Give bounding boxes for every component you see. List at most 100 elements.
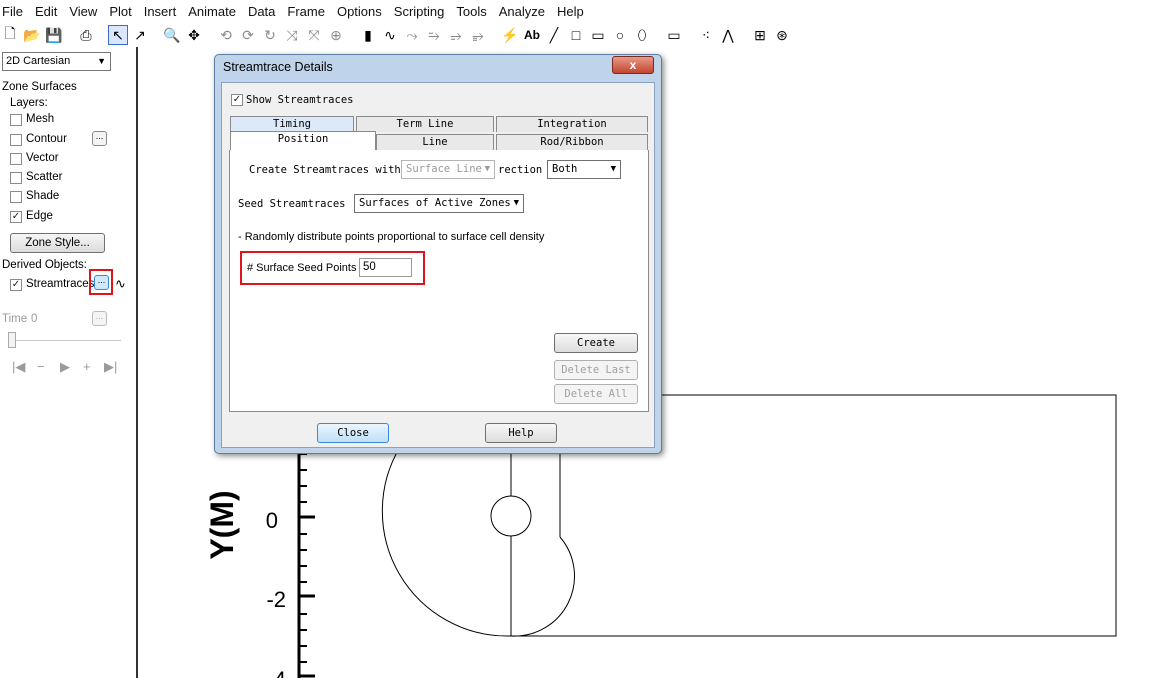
anim-prev-button[interactable]: −	[37, 359, 45, 374]
vector-checkbox[interactable]	[10, 153, 22, 165]
surface-seed-points-input[interactable]: 50	[359, 258, 412, 277]
rotate5-icon[interactable]: ⤧	[304, 25, 324, 45]
vector-label: Vector	[26, 152, 59, 164]
domain-arc-right	[510, 536, 575, 637]
rotate4-icon[interactable]: ⤨	[282, 25, 302, 45]
y-axis-ticks	[299, 453, 315, 678]
streamtrace-icon[interactable]: ∿	[380, 25, 400, 45]
time-slider-thumb[interactable]	[8, 332, 16, 348]
time-slider-track[interactable]	[8, 340, 121, 341]
menu-file[interactable]: File	[0, 0, 29, 23]
new-icon[interactable]: 🗋	[0, 25, 20, 45]
menu-edit[interactable]: Edit	[29, 0, 63, 23]
close-button[interactable]: Close	[317, 423, 389, 443]
rotate6-icon[interactable]: ⊕	[326, 25, 346, 45]
create-with-select[interactable]: Surface Line ▼	[401, 160, 495, 179]
create-with-label: Create Streamtraces with	[249, 164, 401, 176]
line-probe-icon[interactable]: ⚡	[500, 25, 520, 45]
y-tick-label: -4	[266, 667, 286, 678]
menu-data[interactable]: Data	[242, 0, 281, 23]
create-button[interactable]: Create	[554, 333, 638, 353]
help-button[interactable]: Help	[485, 423, 557, 443]
menu-analyze[interactable]: Analyze	[493, 0, 551, 23]
plot-type-select[interactable]: 2D Cartesian ▼	[2, 52, 111, 71]
tab-integration[interactable]: Integration	[496, 116, 648, 132]
y-axis-label: Y(M)	[204, 490, 240, 559]
menu-insert[interactable]: Insert	[138, 0, 183, 23]
rotate-icon[interactable]: ⟲	[216, 25, 236, 45]
streamtrace-wave-icon: ∿	[115, 276, 126, 291]
edge-label: Edge	[26, 210, 53, 222]
show-streamtraces-checkbox[interactable]: ✓	[231, 94, 243, 106]
menu-animate[interactable]: Animate	[182, 0, 242, 23]
tab-position[interactable]: Position	[230, 131, 376, 151]
circle-icon[interactable]: ○	[610, 25, 630, 45]
anim-play-button[interactable]: ▶	[60, 359, 70, 375]
menu-plot[interactable]: Plot	[103, 0, 137, 23]
streamtraces-checkbox[interactable]: ✓	[10, 279, 22, 291]
cylinder-circle	[490, 495, 532, 537]
text-icon[interactable]: Ab	[522, 25, 542, 45]
zone-style-button[interactable]: Zone Style...	[10, 233, 105, 253]
edge-checkbox[interactable]: ✓	[10, 211, 22, 223]
stream5-icon[interactable]: ⥵	[468, 25, 488, 45]
frame-icon[interactable]: ▭	[664, 25, 684, 45]
time-details-button[interactable]: ...	[92, 311, 107, 326]
dialog-title: Streamtrace Details	[223, 60, 333, 74]
menu-help[interactable]: Help	[551, 0, 590, 23]
tab-timing[interactable]: Timing	[230, 116, 354, 132]
y-tick-label: 0	[266, 508, 278, 533]
menu-scripting[interactable]: Scripting	[388, 0, 451, 23]
seed-streamtraces-label: Seed Streamtraces	[238, 198, 346, 210]
stream4-icon[interactable]: ⥴	[446, 25, 466, 45]
stream3-icon[interactable]: ⥲	[424, 25, 444, 45]
anim-next-button[interactable]: +	[83, 359, 91, 374]
rectangle-icon[interactable]: ▭	[588, 25, 608, 45]
ellipse-icon[interactable]: ⬯	[632, 25, 652, 45]
probe-icon[interactable]: ▮	[358, 25, 378, 45]
grid-icon[interactable]: ⊞	[750, 25, 770, 45]
stream2-icon[interactable]: ⤳	[402, 25, 422, 45]
print-icon[interactable]: ⎙	[76, 25, 96, 45]
delete-all-button[interactable]: Delete All	[554, 384, 638, 404]
tab-rod-ribbon[interactable]: Rod/Ribbon	[496, 134, 648, 150]
rotate2-icon[interactable]: ⟳	[238, 25, 258, 45]
dialog-close-icon[interactable]: x	[612, 56, 654, 74]
save-icon[interactable]: 💾	[44, 25, 64, 45]
menu-view[interactable]: View	[63, 0, 103, 23]
mesh-checkbox[interactable]	[10, 114, 22, 126]
scatter-checkbox[interactable]	[10, 172, 22, 184]
menu-options[interactable]: Options	[331, 0, 388, 23]
menu-frame[interactable]: Frame	[281, 0, 331, 23]
anim-first-button[interactable]: |◀	[12, 359, 25, 375]
menu-tools[interactable]: Tools	[450, 0, 492, 23]
selector-icon[interactable]: ↖	[108, 25, 128, 45]
delete-last-button[interactable]: Delete Last	[554, 360, 638, 380]
tab-line[interactable]: Line	[376, 134, 494, 150]
rotate3-icon[interactable]: ↻	[260, 25, 280, 45]
zoom-icon[interactable]: 🔍	[162, 25, 182, 45]
chevron-down-icon: ▼	[484, 164, 490, 174]
adjustor-icon[interactable]: ↗	[130, 25, 150, 45]
direction-select[interactable]: Both ▼	[547, 160, 621, 179]
contour-checkbox[interactable]	[10, 134, 22, 146]
tab-term-line[interactable]: Term Line	[356, 116, 494, 132]
menu-bar: File Edit View Plot Insert Animate Data …	[0, 0, 1174, 23]
scatter-icon[interactable]: ⁖	[696, 25, 716, 45]
anim-last-button[interactable]: ▶|	[104, 359, 117, 375]
translate-icon[interactable]: ✥	[184, 25, 204, 45]
domain-arc	[381, 446, 512, 637]
streamtrace-details-dialog: Streamtrace Details x ✓ Show Streamtrace…	[214, 54, 662, 454]
sidebar: 2D Cartesian ▼ Zone Surfaces Layers: Mes…	[0, 47, 138, 678]
polyline-icon[interactable]: ╱	[544, 25, 564, 45]
seed-streamtraces-select[interactable]: Surfaces of Active Zones ▼	[354, 194, 524, 213]
line-icon[interactable]: ⋀	[718, 25, 738, 45]
chevron-down-icon: ▼	[610, 164, 616, 174]
square-icon[interactable]: □	[566, 25, 586, 45]
streamtraces-details-button[interactable]: ...	[94, 275, 109, 290]
geo-icon[interactable]: ⊛	[772, 25, 792, 45]
open-icon[interactable]: 📂	[22, 25, 42, 45]
streamtraces-label: Streamtraces	[26, 278, 95, 290]
contour-details-button[interactable]: ...	[92, 131, 107, 146]
shade-checkbox[interactable]	[10, 191, 22, 203]
